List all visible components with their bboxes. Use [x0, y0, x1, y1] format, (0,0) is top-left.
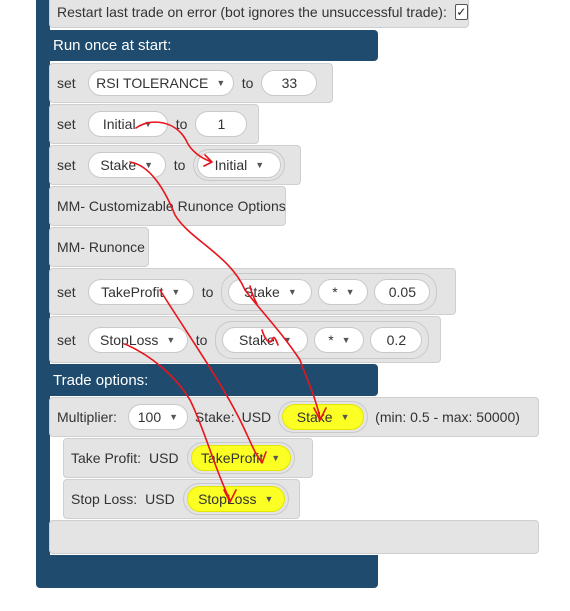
- run-once-header: Run once at start:: [53, 37, 172, 54]
- variable-name: Initial: [102, 116, 136, 132]
- to-keyword: to: [195, 331, 208, 348]
- number-value: 0.2: [386, 331, 407, 348]
- trade-options-bottom-bar: [36, 555, 378, 588]
- to-keyword: to: [201, 283, 214, 300]
- number-input[interactable]: 1: [195, 111, 248, 137]
- caret-down-icon: ▼: [255, 160, 265, 170]
- set-keyword: set: [57, 331, 76, 348]
- to-keyword: to: [173, 157, 186, 173]
- operator-symbol: *: [328, 331, 334, 348]
- stake-range-label: (min: 0.5 - max: 50000): [375, 409, 520, 425]
- variable-dropdown[interactable]: Stake ▼: [222, 326, 309, 353]
- number-input[interactable]: 0.2: [370, 326, 423, 353]
- caret-down-icon: ▼: [341, 334, 351, 345]
- multiplier-block[interactable]: Multiplier: 100 ▼ Stake: USD Stake ▼ (min:…: [49, 397, 539, 437]
- caret-down-icon: ▼: [171, 286, 181, 297]
- number-value: 1: [217, 116, 226, 132]
- set-rsi-tolerance-block[interactable]: set RSI TOLERANCE ▼ to 33: [49, 63, 333, 103]
- variable-name: StopLoss: [100, 331, 159, 348]
- multiplier-dropdown[interactable]: 100 ▼: [127, 404, 188, 430]
- caret-down-icon: ▼: [144, 160, 154, 170]
- operator-dropdown[interactable]: * ▼: [314, 326, 365, 353]
- mm-runonce-block[interactable]: MM- Runonce: [49, 227, 149, 267]
- number-value: 33: [281, 75, 298, 91]
- variable-dropdown[interactable]: Initial ▼: [197, 152, 282, 178]
- variable-dropdown[interactable]: StopLoss ▼: [87, 326, 188, 353]
- currency-label: USD: [145, 491, 175, 507]
- restart-on-error-label: Restart last trade on error (bot ignores…: [57, 4, 447, 20]
- variable-name: StopLoss: [198, 491, 257, 507]
- stake-variable-getter[interactable]: Stake ▼: [278, 401, 369, 433]
- caret-down-icon: ▼: [345, 286, 355, 297]
- top-frame-strip: [36, 0, 50, 30]
- set-keyword: set: [57, 75, 76, 91]
- variable-dropdown[interactable]: Stake ▼: [87, 152, 166, 178]
- number-input[interactable]: 0.05: [374, 278, 431, 305]
- checkbox-icon[interactable]: ✓: [454, 4, 468, 20]
- variable-dropdown[interactable]: Stake ▼: [282, 404, 365, 430]
- caret-down-icon: ▼: [287, 286, 297, 297]
- stop-loss-label: Stop Loss:: [71, 491, 138, 507]
- variable-dropdown[interactable]: Initial ▼: [87, 111, 168, 137]
- checkmark-glyph: ✓: [456, 5, 467, 19]
- variable-name: Stake: [296, 409, 333, 425]
- number-input[interactable]: 33: [261, 70, 318, 96]
- take-profit-label: Take Profit:: [71, 450, 142, 466]
- stop-loss-variable-getter[interactable]: StopLoss ▼: [182, 483, 289, 515]
- take-profit-block[interactable]: Take Profit: USD TakeProfit ▼: [63, 438, 313, 478]
- procedure-label: MM- Customizable Runonce Options: [57, 198, 286, 214]
- stake-label: Stake:: [194, 409, 235, 425]
- caret-down-icon: ▼: [271, 453, 281, 463]
- to-keyword: to: [241, 75, 254, 91]
- set-stoploss-block[interactable]: set StopLoss ▼ to Stake ▼ * ▼ 0.2: [49, 316, 441, 363]
- caret-down-icon: ▼: [340, 412, 350, 422]
- variable-name: Stake: [244, 283, 280, 300]
- caret-down-icon: ▼: [264, 494, 274, 504]
- variable-getter[interactable]: Initial ▼: [193, 149, 286, 181]
- variable-dropdown[interactable]: Stake ▼: [228, 278, 313, 305]
- caret-down-icon: ▼: [282, 334, 292, 345]
- variable-dropdown[interactable]: TakeProfit ▼: [87, 278, 194, 305]
- stop-loss-block[interactable]: Stop Loss: USD StopLoss ▼: [63, 479, 300, 519]
- caret-down-icon: ▼: [143, 119, 153, 129]
- restart-on-error-block[interactable]: Restart last trade on error (bot ignores…: [49, 0, 469, 28]
- caret-down-icon: ▼: [169, 412, 179, 422]
- multiplier-value: 100: [137, 409, 162, 425]
- number-value: 0.05: [388, 283, 416, 300]
- trade-options-left-rail: [36, 396, 50, 556]
- set-stake-block[interactable]: set Stake ▼ to Initial ▼: [49, 145, 301, 185]
- set-initial-block[interactable]: set Initial ▼ to 1: [49, 104, 259, 144]
- set-keyword: set: [57, 157, 76, 173]
- trade-options-header: Trade options:: [53, 372, 149, 389]
- variable-dropdown[interactable]: TakeProfit ▼: [190, 445, 291, 471]
- caret-down-icon: ▼: [166, 334, 176, 345]
- to-keyword: to: [175, 116, 188, 132]
- take-profit-variable-getter[interactable]: TakeProfit ▼: [186, 442, 295, 474]
- arithmetic-block[interactable]: Stake ▼ * ▼ 0.2: [215, 320, 430, 359]
- variable-name: Stake: [239, 331, 275, 348]
- operator-dropdown[interactable]: * ▼: [318, 278, 369, 305]
- variable-dropdown[interactable]: StopLoss ▼: [186, 486, 285, 512]
- currency-label: USD: [149, 450, 179, 466]
- procedure-label: MM- Runonce: [57, 239, 145, 255]
- currency-label: USD: [241, 409, 272, 425]
- set-keyword: set: [57, 283, 76, 300]
- mm-customizable-runonce-block[interactable]: MM- Customizable Runonce Options: [49, 186, 286, 226]
- trade-options-empty-slot: [49, 520, 539, 554]
- run-once-left-rail: [36, 61, 50, 366]
- variable-name: Initial: [214, 157, 248, 173]
- operator-symbol: *: [332, 283, 338, 300]
- arithmetic-block[interactable]: Stake ▼ * ▼ 0.05: [221, 272, 438, 311]
- multiplier-label: Multiplier:: [57, 409, 117, 425]
- variable-name: RSI TOLERANCE: [96, 75, 209, 91]
- set-takeprofit-block[interactable]: set TakeProfit ▼ to Stake ▼ * ▼ 0.05: [49, 268, 456, 315]
- caret-down-icon: ▼: [216, 78, 226, 88]
- variable-name: TakeProfit: [101, 283, 164, 300]
- variable-name: TakeProfit: [201, 450, 264, 466]
- set-keyword: set: [57, 116, 76, 132]
- variable-dropdown[interactable]: RSI TOLERANCE ▼: [87, 70, 234, 96]
- variable-name: Stake: [100, 157, 137, 173]
